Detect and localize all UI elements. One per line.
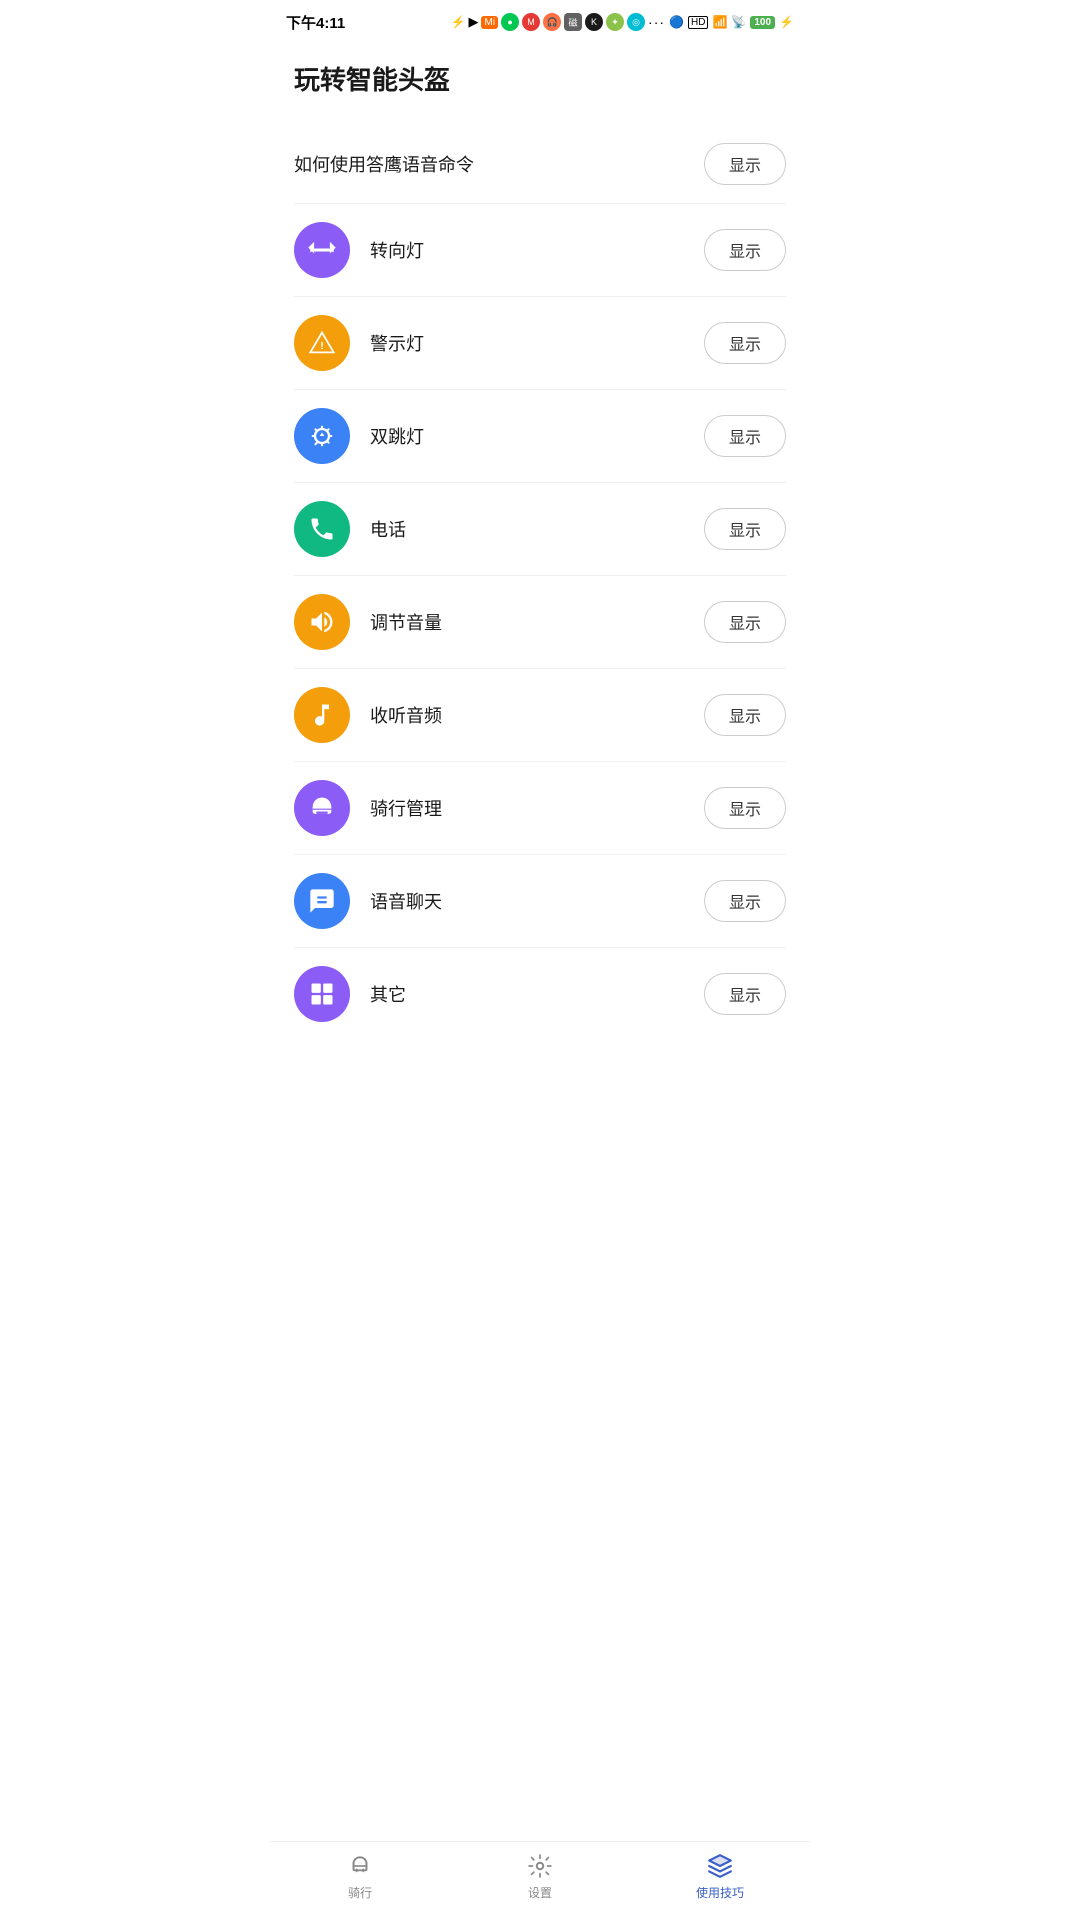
nav-item-riding[interactable]: 骑行 [270, 1852, 450, 1901]
warning-icon: ! [294, 315, 350, 371]
feature-item-ride-manage: 骑行管理 显示 [294, 762, 786, 855]
feature-item-left: 调节音量 [294, 594, 442, 650]
feature-item-phone: 电话 显示 [294, 483, 786, 576]
show-button-voice-chat[interactable]: 显示 [704, 880, 786, 922]
tips-nav-icon [706, 1852, 734, 1880]
feature-item-left: 如何使用答鹰语音命令 [294, 151, 474, 177]
play-icon: ▶ [468, 14, 478, 30]
show-button-volume[interactable]: 显示 [704, 601, 786, 643]
show-button-turn-signal[interactable]: 显示 [704, 229, 786, 271]
app-icon-6: ✦ [606, 13, 624, 31]
mi-icon: Mi [481, 16, 498, 29]
page-title: 玩转智能头盔 [294, 60, 786, 97]
battery-icon: 100 [750, 16, 775, 29]
bluetooth-icon: 🔵 [669, 15, 684, 29]
feature-item-left: 转向灯 [294, 222, 424, 278]
feature-label-other: 其它 [370, 981, 406, 1007]
status-bar: 下午4:11 ⚡ ▶ Mi ● M 🎧 磁 K ✦ ◎ ··· 🔵 HD 📶 📡… [270, 0, 810, 40]
status-icons: ⚡ ▶ Mi ● M 🎧 磁 K ✦ ◎ ··· [451, 13, 666, 31]
feature-item-warning-light: ! 警示灯 显示 [294, 297, 786, 390]
feature-label-hazard-light: 双跳灯 [370, 423, 424, 449]
show-button-ride-manage[interactable]: 显示 [704, 787, 786, 829]
lightning-icon: ⚡ [451, 15, 466, 29]
hazard-icon [294, 408, 350, 464]
feature-label-ride-manage: 骑行管理 [370, 795, 442, 821]
app-icon-5: K [585, 13, 603, 31]
status-right: ⚡ ▶ Mi ● M 🎧 磁 K ✦ ◎ ··· 🔵 HD 📶 📡 100 ⚡ [451, 13, 794, 31]
ride-manage-icon [294, 780, 350, 836]
feature-item-left: ! 警示灯 [294, 315, 424, 371]
nav-item-settings[interactable]: 设置 [450, 1852, 630, 1901]
feature-list: 如何使用答鹰语音命令 显示 转向灯 显示 [294, 125, 786, 1040]
feature-item-voice-chat: 语音聊天 显示 [294, 855, 786, 948]
feature-item-volume: 调节音量 显示 [294, 576, 786, 669]
feature-item-turn-signal: 转向灯 显示 [294, 204, 786, 297]
voice-chat-icon [294, 873, 350, 929]
feature-label-volume: 调节音量 [370, 609, 442, 635]
show-button-other[interactable]: 显示 [704, 973, 786, 1015]
settings-nav-label: 设置 [528, 1884, 552, 1901]
tips-nav-label: 使用技巧 [696, 1884, 744, 1901]
status-time: 下午4:11 [286, 12, 345, 33]
show-button-voice-command[interactable]: 显示 [704, 143, 786, 185]
hd-icon: HD [688, 16, 708, 29]
show-button-audio[interactable]: 显示 [704, 694, 786, 736]
app-icon-2: M [522, 13, 540, 31]
charge-icon: ⚡ [779, 15, 794, 29]
more-icon: ··· [648, 14, 665, 30]
feature-label-voice-chat: 语音聊天 [370, 888, 442, 914]
wifi-icon: 📡 [731, 15, 746, 29]
show-button-warning-light[interactable]: 显示 [704, 322, 786, 364]
show-button-hazard-light[interactable]: 显示 [704, 415, 786, 457]
feature-label-warning-light: 警示灯 [370, 330, 424, 356]
volume-icon [294, 594, 350, 650]
feature-item-left: 电话 [294, 501, 406, 557]
riding-nav-icon [346, 1852, 374, 1880]
app-icon-1: ● [501, 13, 519, 31]
feature-item-left: 双跳灯 [294, 408, 424, 464]
feature-item-hazard-light: 双跳灯 显示 [294, 390, 786, 483]
feature-label-phone: 电话 [370, 516, 406, 542]
nav-item-tips[interactable]: 使用技巧 [630, 1852, 810, 1901]
feature-item-left: 其它 [294, 966, 406, 1022]
signal-icon: 📶 [712, 15, 727, 29]
feature-item-left: 收听音频 [294, 687, 442, 743]
app-icon-4: 磁 [564, 13, 582, 31]
feature-label-voice-command: 如何使用答鹰语音命令 [294, 151, 474, 177]
feature-label-audio: 收听音频 [370, 702, 442, 728]
svg-text:!: ! [320, 340, 324, 352]
page-content: 玩转智能头盔 如何使用答鹰语音命令 显示 [270, 40, 810, 1921]
other-icon [294, 966, 350, 1022]
turn-signal-icon [294, 222, 350, 278]
settings-nav-icon [526, 1852, 554, 1880]
feature-label-turn-signal: 转向灯 [370, 237, 424, 263]
feature-item-left: 骑行管理 [294, 780, 442, 836]
app-icon-7: ◎ [627, 13, 645, 31]
riding-nav-label: 骑行 [348, 1884, 372, 1901]
phone-icon [294, 501, 350, 557]
show-button-phone[interactable]: 显示 [704, 508, 786, 550]
audio-icon [294, 687, 350, 743]
feature-item-other: 其它 显示 [294, 948, 786, 1040]
feature-item-voice-command: 如何使用答鹰语音命令 显示 [294, 125, 786, 204]
app-icon-3: 🎧 [543, 13, 561, 31]
bottom-nav: 骑行 设置 使用技巧 [270, 1841, 810, 1921]
feature-item-audio: 收听音频 显示 [294, 669, 786, 762]
feature-item-left: 语音聊天 [294, 873, 442, 929]
